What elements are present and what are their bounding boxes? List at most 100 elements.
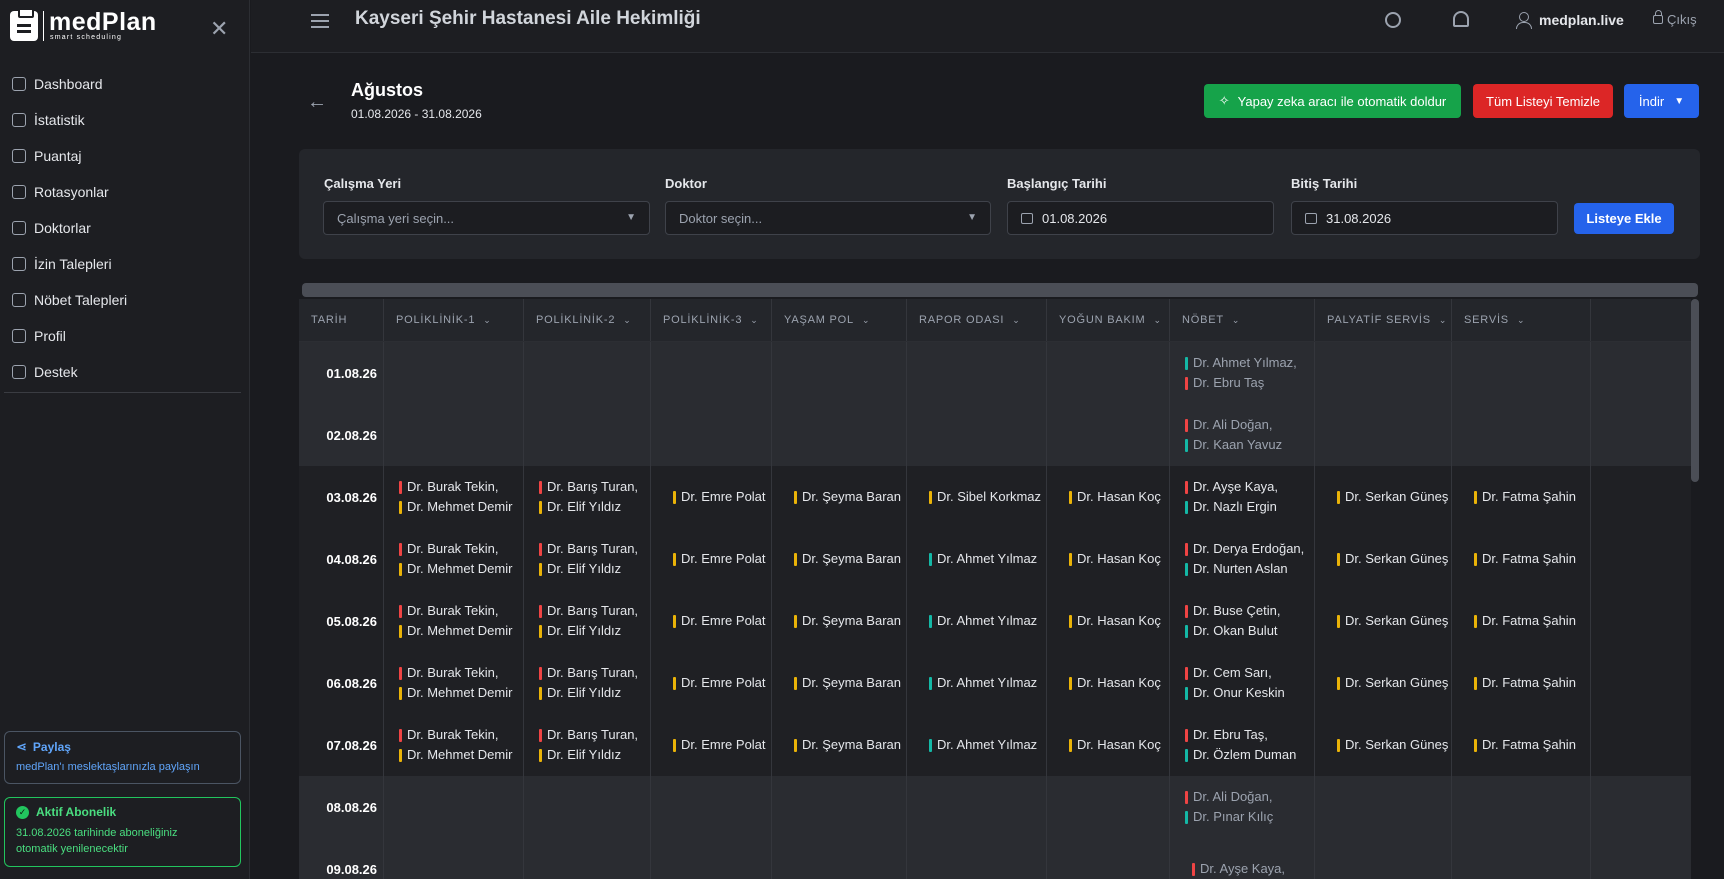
schedule-cell[interactable] bbox=[907, 838, 1047, 879]
schedule-cell[interactable]: Dr. Emre Polat bbox=[651, 528, 772, 590]
workplace-select[interactable]: Çalışma yeri seçin... ▼ bbox=[323, 201, 650, 235]
horizontal-scrollbar[interactable] bbox=[302, 283, 1698, 297]
column-header[interactable]: PALYATİF SERVİS ⌄ bbox=[1315, 299, 1452, 341]
doctor-entry[interactable]: Dr. Buse Çetin, bbox=[1170, 601, 1314, 621]
schedule-cell[interactable]: Dr. Şeyma Baran bbox=[772, 652, 907, 714]
doctor-entry[interactable]: Dr. Burak Tekin, bbox=[384, 601, 523, 621]
sidebar-item-timesheet[interactable]: Puantaj bbox=[0, 138, 250, 174]
doctor-entry[interactable]: Dr. Ahmet Yılmaz bbox=[907, 549, 1046, 569]
schedule-cell[interactable]: Dr. Ahmet Yılmaz bbox=[907, 714, 1047, 776]
doctor-entry[interactable]: Dr. Barış Turan, bbox=[524, 725, 650, 745]
schedule-cell[interactable]: Dr. Hasan Koç bbox=[1047, 652, 1170, 714]
schedule-cell[interactable] bbox=[907, 342, 1047, 404]
schedule-cell[interactable]: Dr. Şeyma Baran bbox=[772, 714, 907, 776]
schedule-cell[interactable]: Dr. Ayşe Kaya, Dr. Nazlı Ergin bbox=[1170, 466, 1315, 528]
schedule-cell[interactable]: Dr. Ahmet Yılmaz bbox=[907, 590, 1047, 652]
schedule-cell[interactable]: Dr. Emre Polat bbox=[651, 652, 772, 714]
ai-autofill-button[interactable]: ✧ Yapay zeka aracı ile otomatik doldur bbox=[1204, 84, 1461, 118]
schedule-cell[interactable] bbox=[384, 838, 524, 879]
doctor-entry[interactable]: Dr. Elif Yıldız bbox=[524, 683, 650, 703]
doctor-entry[interactable]: Dr. Burak Tekin, bbox=[384, 725, 523, 745]
schedule-cell[interactable] bbox=[1452, 838, 1591, 879]
schedule-cell[interactable] bbox=[524, 838, 651, 879]
schedule-cell[interactable]: Dr. Barış Turan, Dr. Elif Yıldız bbox=[524, 714, 651, 776]
schedule-cell[interactable]: Dr. Ayşe Kaya, bbox=[1170, 838, 1315, 879]
doctor-entry[interactable]: Dr. Ebru Taş bbox=[1170, 373, 1314, 393]
schedule-cell[interactable] bbox=[1047, 838, 1170, 879]
doctor-entry[interactable]: Dr. Mehmet Demir bbox=[384, 621, 523, 641]
schedule-cell[interactable] bbox=[524, 342, 651, 404]
share-card[interactable]: ⋖ Paylaş medPlan'ı meslektaşlarınızla pay… bbox=[4, 731, 241, 784]
schedule-cell[interactable]: Dr. Şeyma Baran bbox=[772, 590, 907, 652]
doctor-entry[interactable]: Dr. Emre Polat bbox=[651, 673, 771, 693]
doctor-entry[interactable]: Dr. Serkan Güneş bbox=[1315, 735, 1451, 755]
schedule-cell[interactable]: Dr. Barış Turan, Dr. Elif Yıldız bbox=[524, 528, 651, 590]
schedule-cell[interactable]: Dr. Serkan Güneş bbox=[1315, 652, 1452, 714]
doctor-entry[interactable]: Dr. Barış Turan, bbox=[524, 601, 650, 621]
doctor-entry[interactable]: Dr. Kaan Yavuz bbox=[1170, 435, 1314, 455]
column-header[interactable]: POLİKLİNİK-3 ⌄ bbox=[651, 299, 772, 341]
doctor-entry[interactable]: Dr. Emre Polat bbox=[651, 735, 771, 755]
doctor-entry[interactable]: Dr. Nazlı Ergin bbox=[1170, 497, 1314, 517]
schedule-cell[interactable] bbox=[651, 776, 772, 838]
doctor-entry[interactable]: Dr. Mehmet Demir bbox=[384, 745, 523, 765]
download-button[interactable]: İndir ▼ bbox=[1624, 84, 1699, 118]
doctor-entry[interactable]: Dr. Fatma Şahin bbox=[1452, 549, 1590, 569]
doctor-entry[interactable]: Dr. Elif Yıldız bbox=[524, 745, 650, 765]
doctor-entry[interactable]: Dr. Onur Keskin bbox=[1170, 683, 1314, 703]
schedule-cell[interactable]: Dr. Derya Erdoğan, Dr. Nurten Aslan bbox=[1170, 528, 1315, 590]
clear-list-button[interactable]: Tüm Listeyi Temizle bbox=[1473, 84, 1613, 118]
schedule-cell[interactable]: Dr. Emre Polat bbox=[651, 714, 772, 776]
schedule-cell[interactable] bbox=[1452, 404, 1591, 466]
doctor-entry[interactable]: Dr. Barış Turan, bbox=[524, 477, 650, 497]
sun-icon[interactable] bbox=[1385, 12, 1401, 28]
doctor-entry[interactable]: Dr. Şeyma Baran bbox=[772, 549, 906, 569]
schedule-cell[interactable]: Dr. Fatma Şahin bbox=[1452, 590, 1591, 652]
schedule-cell[interactable]: Dr. Ali Doğan, Dr. Pınar Kılıç bbox=[1170, 776, 1315, 838]
column-header[interactable]: RAPOR ODASI ⌄ bbox=[907, 299, 1047, 341]
doctor-entry[interactable]: Dr. Hasan Koç bbox=[1047, 487, 1169, 507]
doctor-entry[interactable]: Dr. Burak Tekin, bbox=[384, 663, 523, 683]
doctor-entry[interactable]: Dr. Mehmet Demir bbox=[384, 559, 523, 579]
doctor-entry[interactable]: Dr. Elif Yıldız bbox=[524, 559, 650, 579]
column-header[interactable]: POLİKLİNİK-1 ⌄ bbox=[384, 299, 524, 341]
column-header[interactable]: YOĞUN BAKIM ⌄ bbox=[1047, 299, 1170, 341]
lock-icon[interactable] bbox=[1653, 10, 1663, 24]
doctor-entry[interactable]: Dr. Fatma Şahin bbox=[1452, 487, 1590, 507]
sidebar-item-rotations[interactable]: Rotasyonlar bbox=[0, 174, 250, 210]
schedule-cell[interactable] bbox=[651, 342, 772, 404]
schedule-cell[interactable]: Dr. Sibel Korkmaz bbox=[907, 466, 1047, 528]
vertical-scrollbar[interactable] bbox=[1691, 299, 1699, 482]
schedule-cell[interactable]: Dr. Fatma Şahin bbox=[1452, 528, 1591, 590]
doctor-entry[interactable]: Dr. Burak Tekin, bbox=[384, 477, 523, 497]
schedule-cell[interactable] bbox=[772, 342, 907, 404]
schedule-cell[interactable] bbox=[524, 776, 651, 838]
doctor-entry[interactable]: Dr. Fatma Şahin bbox=[1452, 611, 1590, 631]
doctor-entry[interactable]: Dr. Ahmet Yılmaz bbox=[907, 673, 1046, 693]
schedule-cell[interactable]: Dr. Burak Tekin, Dr. Mehmet Demir bbox=[384, 466, 524, 528]
doctor-entry[interactable]: Dr. Hasan Koç bbox=[1047, 611, 1169, 631]
doctor-entry[interactable]: Dr. Mehmet Demir bbox=[384, 683, 523, 703]
schedule-cell[interactable] bbox=[1047, 776, 1170, 838]
close-sidebar-icon[interactable]: ✕ bbox=[210, 18, 228, 40]
doctor-entry[interactable]: Dr. Hasan Koç bbox=[1047, 549, 1169, 569]
doctor-entry[interactable]: Dr. Ahmet Yılmaz, bbox=[1170, 353, 1314, 373]
start-date-input[interactable]: 01.08.2026 bbox=[1007, 201, 1274, 235]
medplan-logo[interactable]: medPlan smart scheduling bbox=[10, 7, 157, 41]
logout-button[interactable]: Çıkış bbox=[1667, 12, 1697, 27]
schedule-cell[interactable]: Dr. Serkan Güneş bbox=[1315, 590, 1452, 652]
doctor-entry[interactable]: Dr. Şeyma Baran bbox=[772, 487, 906, 507]
doctor-entry[interactable]: Dr. Derya Erdoğan, bbox=[1170, 539, 1314, 559]
doctor-entry[interactable]: Dr. Sibel Korkmaz bbox=[907, 487, 1046, 507]
schedule-cell[interactable]: Dr. Burak Tekin, Dr. Mehmet Demir bbox=[384, 590, 524, 652]
schedule-cell[interactable]: Dr. Ahmet Yılmaz bbox=[907, 652, 1047, 714]
column-header[interactable]: YAŞAM POL ⌄ bbox=[772, 299, 907, 341]
schedule-cell[interactable]: Dr. Emre Polat bbox=[651, 590, 772, 652]
doctor-entry[interactable]: Dr. Serkan Güneş bbox=[1315, 611, 1451, 631]
add-to-list-button[interactable]: Listeye Ekle bbox=[1574, 203, 1674, 234]
sidebar-item-support[interactable]: Destek bbox=[0, 354, 250, 390]
schedule-cell[interactable]: Dr. Hasan Koç bbox=[1047, 590, 1170, 652]
column-header[interactable]: SERVİS ⌄ bbox=[1452, 299, 1591, 341]
schedule-cell[interactable]: Dr. Cem Sarı, Dr. Onur Keskin bbox=[1170, 652, 1315, 714]
schedule-cell[interactable]: Dr. Fatma Şahin bbox=[1452, 652, 1591, 714]
